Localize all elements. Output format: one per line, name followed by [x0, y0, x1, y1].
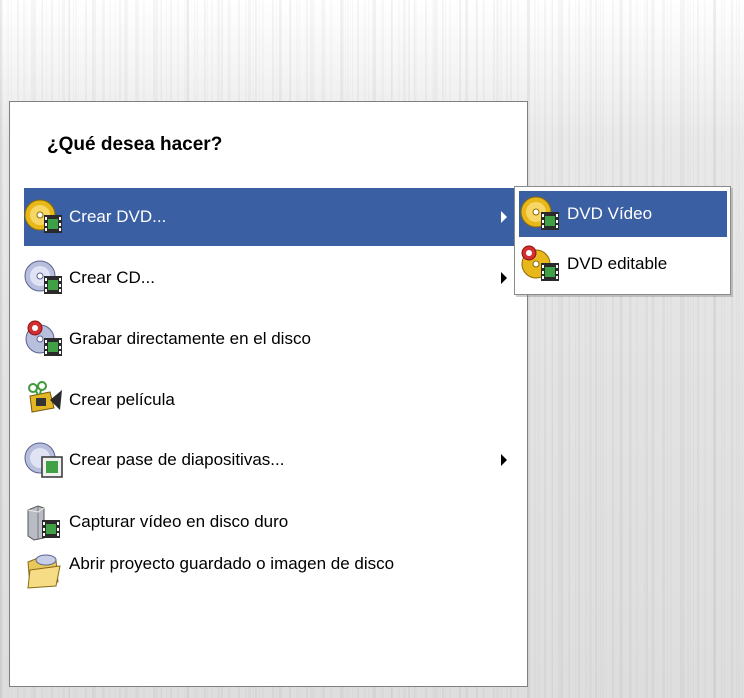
menu-item-label: Grabar directamente en el disco	[69, 329, 311, 348]
submenu-arrow-icon	[501, 454, 507, 466]
menu-item-create-slideshow[interactable]: Crear pase de diapositivas...	[24, 430, 514, 490]
open-folder-icon	[24, 550, 68, 590]
capture-video-icon	[24, 502, 68, 542]
submenu-item-dvd-editable[interactable]: DVD editable	[519, 241, 727, 287]
dvd-submenu: DVD Vídeo DVD editable	[514, 186, 731, 295]
movie-maker-icon	[24, 380, 68, 420]
slideshow-disc-icon	[24, 440, 68, 480]
submenu-arrow-icon	[501, 272, 507, 284]
menu-item-burn-direct[interactable]: Grabar directamente en el disco	[24, 310, 514, 368]
menu-item-label: Crear película	[69, 390, 175, 409]
menu-item-label: Crear CD...	[69, 268, 155, 287]
menu-item-create-dvd[interactable]: Crear DVD...	[24, 188, 514, 246]
direct-burn-icon	[24, 319, 68, 359]
submenu-item-dvd-video[interactable]: DVD Vídeo	[519, 191, 727, 237]
submenu-arrow-icon	[501, 211, 507, 223]
menu-item-capture-video[interactable]: Capturar vídeo en disco duro	[24, 494, 514, 550]
menu-item-label: Abrir proyecto guardado o imagen de disc…	[69, 554, 395, 573]
task-menu-panel: ¿Qué desea hacer? Crear DVD... Crear CD.…	[9, 101, 528, 687]
menu-item-open-project[interactable]: Abrir proyecto guardado o imagen de disc…	[24, 550, 514, 610]
panel-title: ¿Qué desea hacer?	[47, 134, 223, 155]
menu-item-create-movie[interactable]: Crear película	[24, 372, 514, 428]
menu-item-label: Capturar vídeo en disco duro	[69, 512, 289, 531]
submenu-item-label: DVD Vídeo	[567, 204, 653, 223]
cd-film-icon	[24, 258, 68, 298]
dvd-editable-icon	[519, 243, 567, 285]
dvd-video-icon	[519, 193, 567, 235]
menu-item-label: Crear DVD...	[69, 207, 167, 226]
menu-item-label: Crear pase de diapositivas...	[69, 450, 285, 469]
dvd-film-icon	[24, 197, 68, 237]
submenu-item-label: DVD editable	[567, 254, 668, 273]
menu-item-create-cd[interactable]: Crear CD...	[24, 249, 514, 307]
